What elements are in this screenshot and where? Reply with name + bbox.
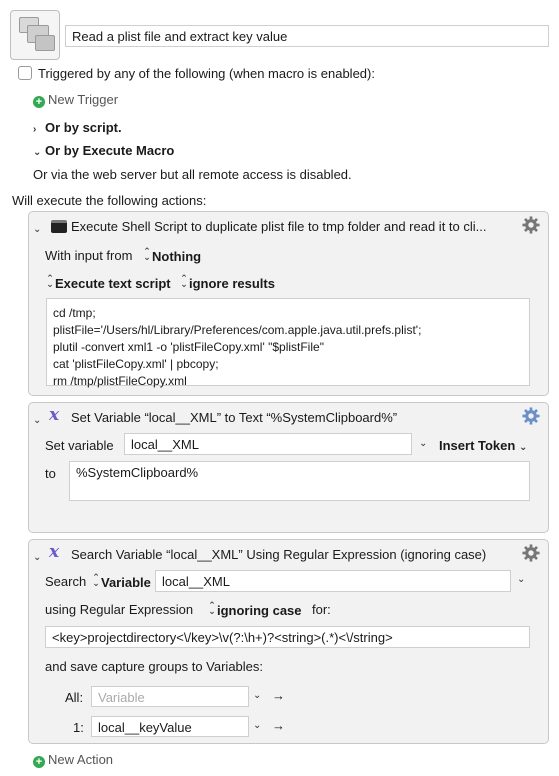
variable-icon: x — [49, 405, 60, 425]
gear-icon[interactable] — [522, 544, 540, 562]
regex-field[interactable]: <key>projectdirectory<\/key>\v(?:\h+)?<s… — [45, 626, 530, 648]
action-collapse-toggle[interactable]: ⌄ — [33, 411, 45, 426]
stepper-icon: ⌃ ⌄ — [92, 572, 100, 588]
stepper-icon: ⌃ ⌄ — [180, 273, 188, 289]
or-by-script-label: Or by script. — [45, 120, 122, 135]
gear-icon[interactable] — [522, 216, 540, 234]
chevron-down-icon: ⌄ — [518, 442, 528, 453]
chevron-down-icon: ⌄ — [33, 224, 42, 235]
or-by-execute-macro-label: Or by Execute Macro — [45, 143, 175, 158]
stepper-icon: ⌃ ⌄ — [46, 273, 54, 289]
all-variable-field[interactable]: Variable — [91, 686, 249, 707]
chevron-down-icon: ⌄ — [33, 147, 42, 158]
with-input-value: Nothing — [152, 249, 202, 264]
for-label: for: — [312, 602, 331, 617]
arrow-right-icon[interactable]: → — [272, 718, 285, 733]
insert-token-label: Insert Token — [439, 438, 516, 453]
new-trigger-label: New Trigger — [48, 92, 119, 107]
variable-icon: x — [49, 542, 60, 562]
execute-mode-popup[interactable]: ⌃ ⌄Execute text script — [45, 273, 171, 292]
with-input-popup[interactable]: ⌃ ⌄Nothing — [142, 246, 202, 265]
script-line: rm /tmp/plistFileCopy.xml — [53, 374, 187, 388]
variable-dropdown-icon[interactable]: ⌄ — [419, 438, 427, 449]
macro-icon[interactable] — [10, 10, 60, 60]
new-action-label: New Action — [48, 752, 114, 767]
web-server-note: Or via the web server but all remote acc… — [33, 167, 352, 182]
script-line: plistFile='/Users/hl/Library/Preferences… — [53, 323, 422, 337]
chevron-down-icon: ⌄ — [33, 415, 42, 426]
add-icon: + — [33, 756, 45, 768]
action-title: Set Variable “local__XML” to Text “%Syst… — [71, 410, 398, 425]
execute-mode-value: Execute text script — [55, 276, 171, 291]
set-variable-label: Set variable — [45, 438, 114, 453]
trigger-enabled-checkbox[interactable] — [18, 66, 32, 80]
chevron-down-icon: ⌄ — [33, 552, 42, 563]
action-collapse-toggle[interactable]: ⌄ — [33, 220, 45, 235]
results-mode-value: ignore results — [189, 276, 275, 291]
action-set-variable[interactable]: ⌄ x Set Variable “local__XML” to Text “%… — [28, 402, 549, 533]
insert-token-button[interactable]: Insert Token ⌄ — [439, 438, 527, 453]
script-line: cat 'plistFileCopy.xml' | pbcopy; — [53, 357, 219, 371]
script-line: cd /tmp; — [53, 306, 96, 320]
script-line: plutil -convert xml1 -o 'plistFileCopy.x… — [53, 340, 324, 354]
variable-dropdown-icon[interactable]: ⌄ — [253, 720, 261, 731]
trigger-checkbox-label: Triggered by any of the following (when … — [38, 66, 375, 81]
results-mode-popup[interactable]: ⌃ ⌄ignore results — [179, 273, 275, 292]
arrow-right-icon[interactable]: → — [272, 688, 285, 703]
save-groups-label: and save capture groups to Variables: — [45, 659, 264, 674]
search-type-popup[interactable]: ⌃ ⌄Variable — [91, 572, 151, 591]
stepper-icon: ⌃ ⌄ — [208, 600, 216, 616]
case-mode-value: ignoring case — [217, 603, 302, 618]
new-action-button[interactable]: + New Action — [33, 752, 113, 768]
all-label: All: — [65, 690, 84, 705]
with-input-label: With input from — [45, 248, 133, 263]
actions-header: Will execute the following actions: — [12, 193, 207, 208]
variable-dropdown-icon[interactable]: ⌄ — [253, 690, 261, 701]
terminal-icon — [51, 219, 67, 234]
action-collapse-toggle[interactable]: ⌄ — [33, 548, 45, 563]
group1-label: 1: — [73, 720, 84, 735]
case-mode-popup[interactable]: ⌃ ⌄ignoring case — [207, 600, 302, 619]
variable-dropdown-icon[interactable]: ⌄ — [517, 574, 525, 585]
search-variable-field[interactable]: local__XML — [155, 570, 511, 592]
or-by-execute-macro-toggle[interactable]: ⌄ Or by Execute Macro — [33, 143, 174, 158]
script-text-area[interactable]: cd /tmp; plistFile='/Users/hl/Library/Pre… — [46, 298, 530, 388]
chevron-right-icon: › — [33, 124, 37, 135]
gear-icon[interactable] — [522, 407, 540, 425]
variable-name-field[interactable]: local__XML — [124, 433, 412, 455]
using-regex-label: using Regular Expression — [45, 602, 194, 617]
new-trigger-button[interactable]: + New Trigger — [33, 92, 118, 108]
group1-variable-field[interactable]: local__keyValue — [91, 716, 249, 737]
action-shell-script[interactable]: ⌄ Execute Shell Script to duplicate plis… — [28, 211, 549, 396]
stepper-icon: ⌃ ⌄ — [143, 246, 151, 262]
action-title: Execute Shell Script to duplicate plist … — [71, 219, 487, 234]
action-search-variable[interactable]: ⌄ x Search Variable “local__XML” Using R… — [28, 539, 549, 744]
search-type-value: Variable — [101, 575, 151, 590]
to-text-field[interactable]: %SystemClipboard% — [69, 461, 530, 501]
add-icon: + — [33, 96, 45, 108]
search-label: Search — [45, 574, 87, 589]
or-by-script-toggle[interactable]: › Or by script. — [33, 120, 122, 135]
to-label: to — [45, 466, 56, 481]
macro-name-field[interactable]: Read a plist file and extract key value — [65, 25, 549, 47]
action-title: Search Variable “local__XML” Using Regul… — [71, 547, 487, 562]
